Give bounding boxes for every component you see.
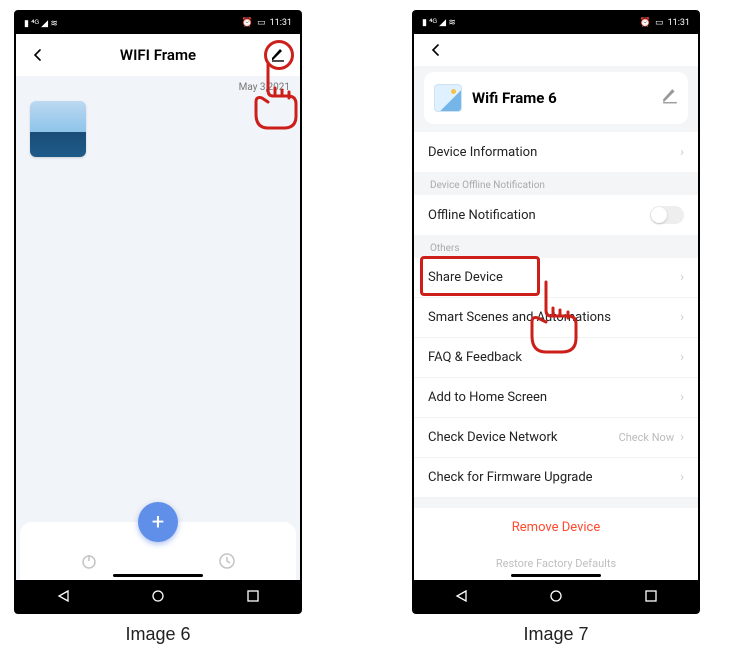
alarm-icon: ⏰: [640, 18, 651, 28]
android-navbar: [414, 580, 698, 612]
status-bar: ▮ ⁴ᴳ ◢ ≋ ⏰ ▭ 11:31: [16, 12, 300, 34]
back-button[interactable]: [426, 40, 446, 60]
row-add-home-screen[interactable]: Add to Home Screen ›: [414, 378, 698, 418]
page-title: WIFI Frame: [48, 46, 268, 64]
check-now-label: Check Now: [619, 431, 675, 444]
chevron-right-icon: ›: [680, 270, 684, 285]
caption-left: Image 6: [14, 624, 302, 645]
row-restore-defaults[interactable]: Restore Factory Defaults: [414, 547, 698, 580]
nav-recent-icon[interactable]: [244, 587, 262, 605]
battery-icon: ▭: [655, 18, 664, 28]
signal-icons: ▮ ⁴ᴳ ◢ ≋: [24, 18, 58, 29]
clock: 11:31: [668, 18, 690, 28]
history-icon[interactable]: [197, 552, 257, 570]
header-bar: WIFI Frame: [16, 34, 300, 76]
device-picture-icon: [434, 84, 462, 112]
section-offline-header: Device Offline Notification: [414, 172, 698, 195]
chevron-right-icon: ›: [680, 310, 684, 325]
header-bar: [414, 34, 698, 67]
bottom-toolbar: +: [20, 522, 296, 580]
row-offline-notification[interactable]: Offline Notification: [414, 195, 698, 235]
chevron-right-icon: ›: [680, 470, 684, 485]
screen-gallery: WIFI Frame May 3,2021 +: [16, 34, 300, 580]
rename-button[interactable]: [662, 88, 678, 108]
highlight-box: [420, 256, 540, 296]
screen-settings: Wifi Frame 6 Device Information › Device…: [414, 34, 698, 581]
chevron-right-icon: ›: [680, 350, 684, 365]
row-device-information[interactable]: Device Information ›: [414, 132, 698, 172]
photo-thumbnail[interactable]: [30, 101, 86, 157]
phone-right: ▮ ⁴ᴳ ◢ ≋ ⏰ ▭ 11:31 Wifi Frame 6: [412, 10, 700, 614]
clock: 11:31: [270, 18, 292, 28]
highlight-circle: [264, 40, 294, 70]
nav-back-icon[interactable]: [54, 587, 72, 605]
row-check-network[interactable]: Check Device Network Check Now ›: [414, 418, 698, 458]
power-icon[interactable]: [59, 552, 119, 570]
nav-back-icon[interactable]: [452, 587, 470, 605]
android-navbar: [16, 580, 300, 612]
section-others-header: Others: [414, 235, 698, 258]
signal-icons: ▮ ⁴ᴳ ◢ ≋: [422, 17, 456, 28]
back-button[interactable]: [28, 45, 48, 65]
status-bar: ▮ ⁴ᴳ ◢ ≋ ⏰ ▭ 11:31: [414, 12, 698, 34]
home-indicator: [113, 574, 203, 577]
row-remove-device[interactable]: Remove Device: [414, 508, 698, 547]
device-name-label: Wifi Frame 6: [472, 89, 652, 107]
alarm-icon: ⏰: [242, 18, 253, 28]
phone-left: ▮ ⁴ᴳ ◢ ≋ ⏰ ▭ 11:31 WIFI Frame May 3,2021: [14, 10, 302, 614]
nav-home-icon[interactable]: [149, 587, 167, 605]
chevron-right-icon: ›: [680, 390, 684, 405]
nav-home-icon[interactable]: [547, 587, 565, 605]
add-button[interactable]: +: [138, 502, 178, 542]
nav-recent-icon[interactable]: [642, 587, 660, 605]
offline-toggle[interactable]: [650, 206, 684, 224]
chevron-right-icon: ›: [680, 145, 684, 160]
chevron-right-icon: ›: [680, 430, 684, 445]
battery-icon: ▭: [257, 18, 266, 28]
row-faq-feedback[interactable]: FAQ & Feedback ›: [414, 338, 698, 378]
row-firmware-upgrade[interactable]: Check for Firmware Upgrade ›: [414, 458, 698, 498]
row-smart-scenes[interactable]: Smart Scenes and Automations ›: [414, 298, 698, 338]
caption-right: Image 7: [412, 624, 700, 645]
date-label: May 3,2021: [16, 76, 300, 93]
device-header-card: Wifi Frame 6: [424, 72, 688, 124]
home-indicator: [511, 574, 601, 577]
